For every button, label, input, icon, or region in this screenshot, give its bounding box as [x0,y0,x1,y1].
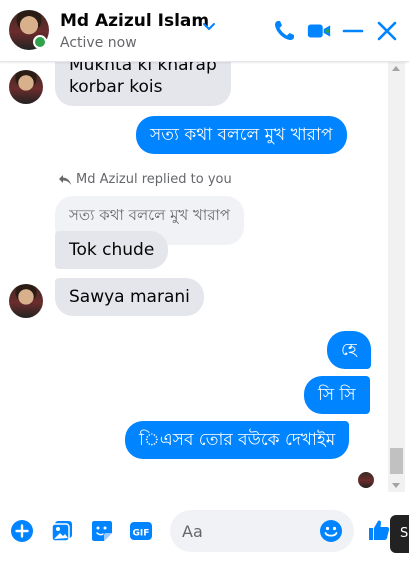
sender-avatar[interactable] [9,284,43,318]
chevron-down-icon[interactable] [202,20,216,34]
contact-name[interactable]: Md Azizul Islam [60,11,209,31]
incoming-message[interactable]: Tok chude [55,231,169,269]
outgoing-message[interactable]: হে [327,331,371,369]
gif-icon[interactable]: GIF [129,519,153,543]
close-icon[interactable] [374,18,400,44]
sticker-icon[interactable] [90,519,114,543]
add-icon[interactable] [10,519,34,543]
tooltip: S [390,515,409,553]
active-status: Active now [60,35,137,51]
minimize-icon[interactable] [340,18,366,44]
reply-icon [59,174,71,185]
message-input[interactable] [182,520,312,542]
scroll-up-arrow[interactable] [392,66,400,71]
message-thread[interactable]: Mukhta ki kharap korbar kois সত্য কথা বল… [0,62,388,492]
outgoing-message[interactable]: সি সি [304,376,370,414]
reply-note: Md Azizul replied to you [58,172,232,187]
sender-avatar[interactable] [9,70,43,104]
online-status-dot [33,35,47,49]
scrollbar[interactable] [388,62,405,492]
message-text-line: korbar kois [69,77,163,97]
chat-header: Md Azizul Islam Active now [0,0,409,62]
outgoing-message[interactable]: িএসব তোর বউকে দেখাইম [125,421,350,459]
phone-icon[interactable] [271,18,297,44]
message-input-wrap[interactable] [170,510,354,552]
reply-note-text: Md Azizul replied to you [76,172,232,187]
like-icon[interactable] [367,518,391,542]
video-icon[interactable] [306,18,332,44]
svg-text:GIF: GIF [133,529,150,539]
outgoing-message[interactable]: সত্য কথা বললে মুখ খারাপ [136,116,347,154]
scroll-down-arrow[interactable] [392,483,400,488]
message-text-line: Mukhta ki kharap [69,62,217,75]
seen-indicator-avatar [358,472,374,488]
scrollbar-thumb[interactable] [390,448,403,474]
image-icon[interactable] [50,519,74,543]
emoji-icon[interactable] [319,519,343,543]
incoming-message[interactable]: Mukhta ki kharap korbar kois [55,62,231,106]
incoming-message[interactable]: Sawya marani [55,278,204,316]
